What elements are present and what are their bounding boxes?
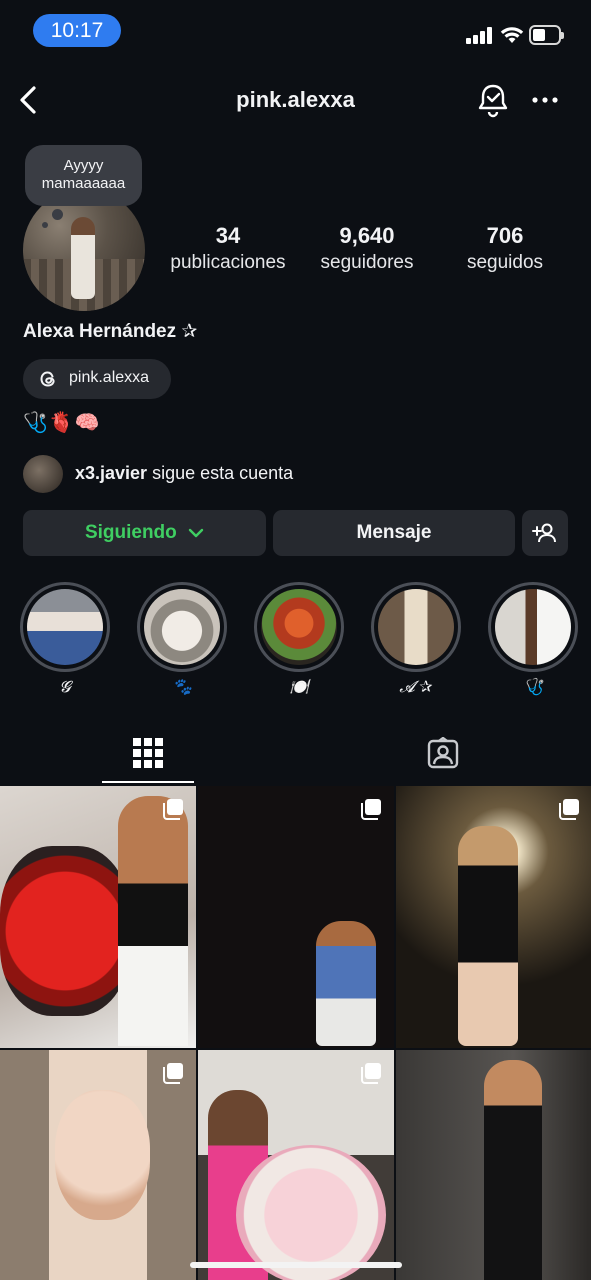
message-label: Mensaje	[356, 522, 432, 543]
cellular-signal-icon	[466, 27, 494, 44]
following-label: Siguiendo	[84, 522, 177, 543]
post-image-figure	[118, 796, 188, 1046]
status-bar: 10:17	[0, 0, 591, 62]
grid-icon	[133, 738, 163, 768]
stat-followers[interactable]: 9,640 seguidores	[308, 222, 426, 276]
highlight-photo	[495, 589, 571, 665]
battery-icon	[529, 25, 564, 45]
tagged-person-icon	[427, 737, 459, 769]
post-image-figure	[484, 1060, 542, 1280]
highlight-label: 🐾	[172, 679, 192, 696]
highlight-photo	[378, 589, 454, 665]
highlight-3[interactable]: 🍽️	[254, 582, 344, 698]
threads-handle: pink.alexxa	[69, 369, 150, 386]
add-person-icon	[532, 523, 556, 543]
post-image-face	[55, 1090, 150, 1220]
note-tail-small	[42, 222, 48, 228]
home-indicator[interactable]	[190, 1262, 402, 1268]
stat-posts[interactable]: 34 publicaciones	[162, 222, 294, 276]
tab-posts-grid[interactable]	[0, 722, 296, 784]
post-thumbnail-2[interactable]	[198, 786, 394, 1048]
active-tab-indicator	[102, 781, 194, 783]
followed-by-text: x3.javier sigue esta cuenta	[75, 463, 293, 484]
message-button[interactable]: Mensaje	[273, 510, 515, 556]
post-thumbnail-3[interactable]	[396, 786, 591, 1048]
stat-posts-count: 34	[215, 223, 241, 248]
carousel-icon	[559, 799, 579, 820]
chevron-down-icon	[188, 528, 204, 538]
note-tail	[52, 209, 63, 220]
highlight-photo	[144, 589, 220, 665]
highlight-2[interactable]: 🐾	[137, 582, 227, 698]
post-thumbnail-6[interactable]	[396, 1050, 591, 1280]
suggested-users-button[interactable]	[522, 510, 568, 556]
stat-following-label: seguidos	[466, 252, 544, 273]
stat-following[interactable]: 706 seguidos	[452, 222, 558, 276]
notification-bell-icon[interactable]	[476, 82, 510, 118]
stat-posts-label: publicaciones	[170, 252, 286, 273]
display-name: Alexa Hernández ✰	[23, 321, 198, 342]
following-button[interactable]: Siguiendo	[23, 510, 266, 556]
post-image-figure	[316, 921, 376, 1046]
carousel-icon	[361, 799, 381, 820]
post-thumbnail-5[interactable]	[198, 1050, 394, 1280]
post-image-bouquet	[236, 1145, 386, 1280]
threads-link[interactable]: pink.alexxa	[23, 359, 171, 399]
highlight-label: 🩺	[523, 679, 543, 696]
bio-text: 🩺🫀🧠	[23, 412, 101, 434]
post-thumbnail-4[interactable]	[0, 1050, 196, 1280]
highlight-photo	[261, 589, 337, 665]
stat-followers-label: seguidores	[320, 252, 414, 273]
highlight-4[interactable]: 𝓐 ✰	[371, 582, 461, 698]
highlight-label: 𝓐 ✰	[399, 679, 433, 696]
more-options-icon[interactable]	[530, 90, 560, 110]
post-image-figure	[458, 826, 518, 1046]
stat-followers-count: 9,640	[339, 223, 395, 248]
highlight-5[interactable]: 🩺	[488, 582, 578, 698]
highlight-photo	[27, 589, 103, 665]
carousel-icon	[361, 1063, 381, 1084]
carousel-icon	[163, 1063, 183, 1084]
wifi-icon	[500, 27, 524, 43]
followed-by-suffix: sigue esta cuenta	[152, 463, 294, 483]
threads-icon	[40, 371, 55, 387]
follower-avatar	[23, 455, 63, 493]
post-image	[0, 846, 130, 1016]
stat-following-count: 706	[486, 223, 524, 248]
profile-avatar[interactable]	[23, 189, 145, 311]
follower-username: x3.javier	[75, 463, 148, 483]
highlight-1[interactable]: 𝓖	[20, 582, 110, 698]
post-thumbnail-1[interactable]	[0, 786, 196, 1048]
tab-tagged[interactable]	[296, 722, 591, 784]
highlight-label: 𝓖	[59, 679, 71, 696]
highlight-label: 🍽️	[289, 679, 309, 696]
status-time: 10:17	[33, 14, 121, 47]
note-bubble[interactable]: Ayyyy mamaaaaaa	[25, 145, 142, 206]
carousel-icon	[163, 799, 183, 820]
